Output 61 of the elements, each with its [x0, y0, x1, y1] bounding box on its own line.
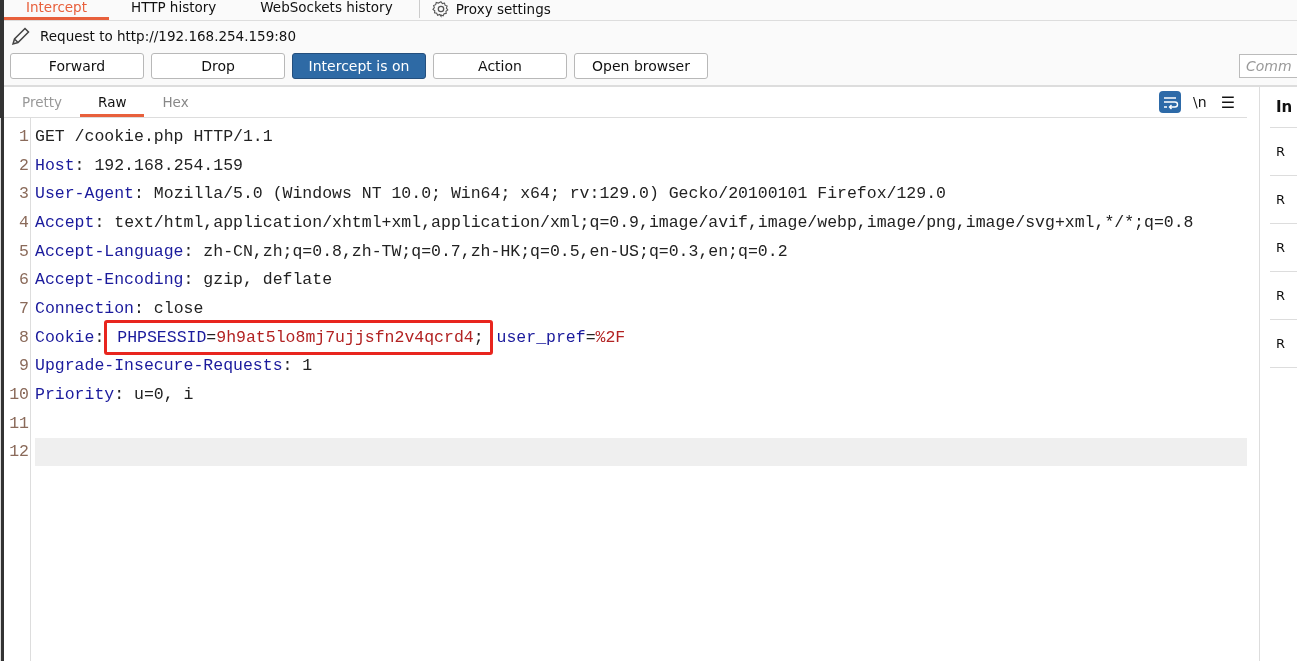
toolbar-button[interactable]: Drop: [151, 53, 285, 79]
code-token: Accept-Encoding: [35, 270, 184, 290]
pencil-icon: [10, 25, 32, 47]
code-token: 9h9at5lo8mj7ujjsfn2v4qcrd4: [216, 327, 474, 347]
code-token: PHPSESSID: [117, 327, 207, 347]
code-token: : Mozilla/5.0 (Windows NT 10.0; Win64; x64; rv:129.0) Gecko/20100101 Firefox/129.0: [134, 184, 946, 204]
code-token: : 192.168.254.159: [74, 155, 243, 175]
toolbar-button[interactable]: Open browser: [574, 53, 708, 79]
line-number: 6: [18, 270, 30, 290]
word-wrap-icon[interactable]: [1159, 91, 1182, 113]
menu-icon[interactable]: ☰: [1220, 92, 1235, 112]
inspector-row[interactable]: R: [1270, 128, 1297, 176]
line-number: 7: [18, 298, 30, 318]
proxy-settings-link[interactable]: Proxy settings: [431, 0, 551, 18]
line-number: 11: [8, 413, 30, 433]
inspector-row[interactable]: R: [1270, 320, 1297, 368]
inspector-title: In: [1270, 87, 1297, 128]
line-number: 4: [18, 212, 30, 232]
code-token: Connection: [35, 298, 135, 318]
code-token: Upgrade-Insecure-Requests: [35, 356, 283, 376]
inspector-row[interactable]: R: [1270, 272, 1297, 320]
proxy-tab[interactable]: WebSockets history: [238, 0, 415, 20]
code-token: : gzip, deflate: [183, 270, 333, 290]
inspector-row[interactable]: R: [1270, 224, 1297, 272]
code-token: : 1: [282, 356, 313, 376]
code-token: Accept: [35, 212, 95, 232]
request-target: Request to http://192.168.254.159:80: [40, 28, 296, 44]
line-number: 2: [18, 155, 30, 175]
code-token: Accept-Language: [35, 241, 184, 261]
line-number: 10: [8, 385, 30, 405]
code-token: user_pref: [495, 327, 586, 347]
line-number: 1: [18, 126, 30, 146]
line-number: 12: [8, 442, 30, 462]
proxy-tab[interactable]: HTTP history: [109, 0, 239, 20]
toolbar-button[interactable]: Intercept is on: [292, 53, 426, 79]
inspector-row[interactable]: R: [1270, 176, 1297, 224]
editor-tab[interactable]: Hex: [144, 87, 207, 117]
code-token: Cookie: [35, 327, 95, 347]
comment-field[interactable]: Comm: [1239, 54, 1297, 78]
code-token: %2F: [595, 327, 626, 347]
code-token: User-Agent: [35, 184, 135, 204]
line-number: 8: [18, 327, 30, 347]
code-token: : text/html,application/xhtml+xml,application/xml;q=0.9,image/avif,image/webp,image/png,image/svg+xml,*/*;q=0.8: [94, 212, 1194, 232]
code-token: Host: [35, 155, 75, 175]
code-token: Priority: [35, 385, 115, 405]
code-token: : close: [134, 298, 204, 318]
code-token: :: [94, 327, 106, 347]
code-token: GET /cookie.php HTTP/1.1: [35, 126, 273, 146]
toolbar-button[interactable]: Action: [433, 53, 567, 79]
line-number: 3: [18, 184, 30, 204]
code-token: =: [206, 327, 217, 347]
line-number: 5: [18, 241, 30, 261]
editor-tab[interactable]: Raw: [80, 87, 145, 117]
code-token: =: [585, 327, 596, 347]
code-token: ;: [473, 327, 484, 347]
toolbar-button[interactable]: Forward: [10, 53, 144, 79]
newline-toggle[interactable]: \n: [1193, 94, 1207, 110]
code-token: : zh-CN,zh;q=0.8,zh-TW;q=0.7,zh-HK;q=0.5,en-US;q=0.3,en;q=0.2: [183, 241, 788, 261]
code-token: : u=0, i: [114, 385, 194, 405]
settings-icon: [431, 0, 450, 18]
line-number: 9: [18, 356, 30, 376]
